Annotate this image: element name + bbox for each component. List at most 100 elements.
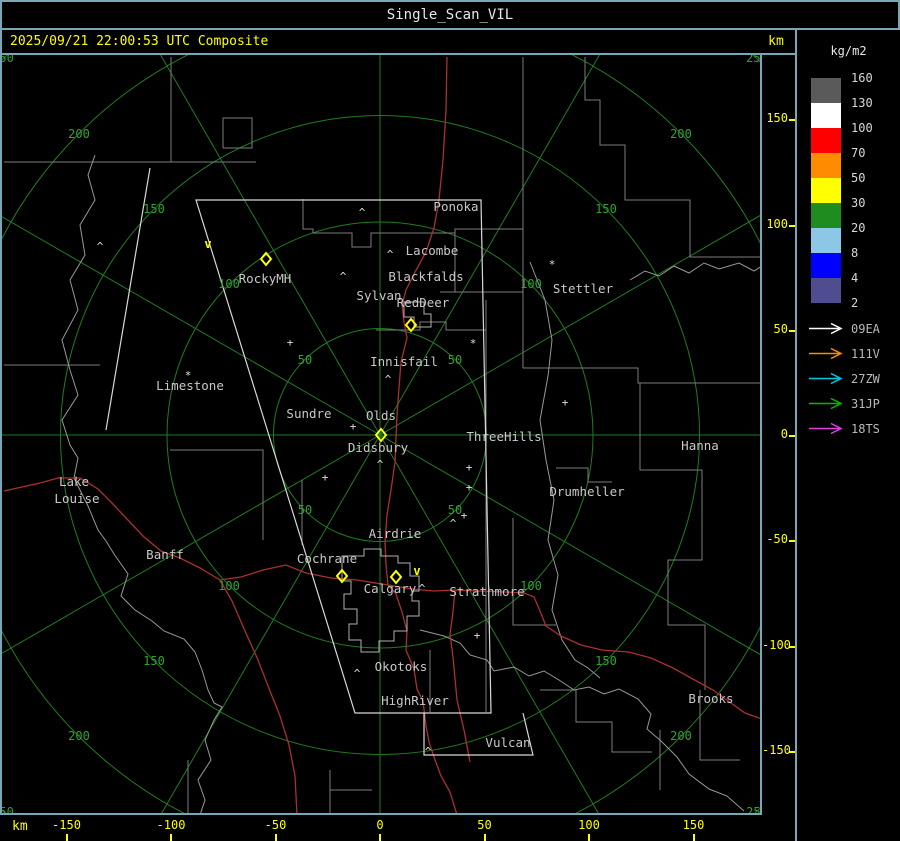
legend-scale-value: 160 (851, 71, 873, 85)
bottom-axis-unit-label: km (12, 819, 28, 834)
highway-22-path (219, 579, 298, 813)
legend-scale-value: 50 (851, 171, 866, 185)
city-label-innisfail: Innisfail (370, 354, 438, 369)
city-label-drumheller: Drumheller (549, 484, 625, 499)
range-ring-label: 50 (448, 353, 462, 367)
y-axis-tick-label: -100 (762, 637, 791, 652)
county-boundary-line (639, 383, 706, 690)
county-boundary-line (170, 449, 264, 540)
town-point-marker: + (562, 396, 569, 409)
y-axis-tick-label: 150 (766, 111, 788, 126)
legend-color-swatch (811, 78, 841, 103)
x-axis-tick-mark (65, 834, 68, 841)
range-ring-label: 50 (298, 503, 312, 517)
right-axis-unit-label: km (768, 34, 784, 49)
range-ring-label: 250 (746, 55, 762, 65)
county-boundary-line (222, 117, 253, 149)
range-ring-label: 100 (218, 579, 240, 593)
x-axis-tick-label: -150 (52, 818, 81, 832)
bottom-axis: km -150 -100 -50 0 50 100 150 (0, 815, 795, 841)
city-label-strathmore: Strathmore (449, 584, 524, 599)
town-point-marker: * (185, 369, 192, 382)
town-point-marker: ^ (419, 582, 426, 595)
range-ring-label: 200 (670, 729, 692, 743)
range-ring-label: 150 (143, 202, 165, 216)
town-point-marker: + (474, 629, 481, 642)
city-label-hanna: Hanna (681, 438, 719, 453)
y-axis-tick-label: 0 (780, 427, 788, 441)
town-point-marker: + (350, 420, 357, 433)
town-point-marker: ^ (387, 248, 394, 261)
radar-arrow-icon (809, 372, 843, 385)
radar-arrow-icon (809, 322, 843, 335)
radar-legend-row: 18TS (807, 422, 897, 436)
map-area[interactable]: 50 50 50 50 100 100 100 100 150 150 150 150 200 200 20… (0, 55, 762, 815)
x-axis-tick-mark (274, 834, 277, 841)
legend-scale-value: 70 (851, 146, 866, 160)
legend-scale-value: 20 (851, 221, 866, 235)
river-path (419, 629, 745, 812)
town-point-marker: + (466, 461, 473, 474)
x-axis-tick-label: 0 (376, 818, 384, 832)
legend-scale-value: 130 (851, 96, 873, 110)
range-ring-label: 250 (2, 55, 14, 65)
range-ring-label: 200 (68, 127, 90, 141)
x-axis-tick-mark (483, 834, 486, 841)
range-ring-label: 200 (68, 729, 90, 743)
city-label-cochrane: Cochrane (297, 551, 357, 566)
town-point-marker: ^ (377, 458, 384, 471)
legend-color-swatch (811, 228, 841, 253)
legend-scale-value: 100 (851, 121, 873, 135)
city-label-blackfalds: Blackfalds (388, 269, 463, 284)
city-label-threehills: ThreeHills (466, 429, 541, 444)
highway-24-path (449, 589, 471, 763)
radar-id-label: 09EA (851, 322, 880, 336)
legend-scale-value: 30 (851, 196, 866, 210)
legend-color-swatch (811, 103, 841, 128)
radar-map-canvas[interactable]: 50 5050 50100 100100 100150 150150 150200 20020… (2, 55, 762, 813)
window-title: Single_Scan_VIL (386, 7, 514, 23)
county-boundary-line (302, 199, 523, 248)
city-label-calgary: Calgary (364, 581, 417, 596)
city-label-banff: Banff (146, 547, 184, 562)
x-axis-tick-mark (692, 834, 695, 841)
legend-scale-value: 4 (851, 271, 859, 285)
city-label-olds: Olds (366, 408, 396, 423)
town-point-marker: * (549, 258, 556, 271)
town-point-marker: ^ (385, 373, 392, 386)
city-label-brooks: Brooks (688, 691, 733, 706)
county-boundary-line (556, 467, 612, 483)
town-point-marker: ^ (354, 667, 361, 680)
x-axis-tick-label: 50 (477, 818, 492, 832)
yellow-check-marker-icon: v (413, 564, 420, 578)
town-point-marker: ^ (97, 240, 104, 253)
city-label-lake: Lake (59, 474, 89, 489)
city-label-highriver: HighRiver (381, 693, 449, 708)
range-ring-label: 150 (143, 654, 165, 668)
city-label-louise: Louise (54, 491, 99, 506)
radar-legend-row: 27ZW (807, 372, 897, 386)
range-ring-label: 100 (218, 277, 240, 291)
river-path (529, 261, 601, 679)
azimuth-line-210deg (161, 434, 381, 813)
county-boundary-line (512, 518, 556, 626)
x-axis-tick-label: -100 (156, 818, 186, 832)
legend-panel: kg/m2 160 130 100 70 50 30 20 8 4 2 09EA 111V 27ZW 31… (795, 30, 900, 841)
city-label-ponoka: Ponoka (433, 199, 478, 214)
river-path (629, 262, 760, 281)
legend-color-swatch (811, 278, 841, 303)
county-boundary-line (329, 770, 372, 813)
title-bar: Single_Scan_VIL (0, 0, 900, 30)
y-axis-tick-label: 100 (766, 216, 788, 231)
radar-arrow-icon (809, 397, 843, 410)
y-axis-tick-label: -50 (766, 532, 788, 547)
city-label-sylvan: Sylvan (356, 288, 401, 303)
azimuth-line-330deg (160, 55, 381, 436)
x-axis-tick-label: 150 (682, 818, 705, 832)
city-label-okotoks: Okotoks (375, 659, 428, 674)
y-axis-tick-label: 50 (773, 321, 788, 336)
legend-color-swatch (811, 203, 841, 228)
range-ring-label: 150 (595, 654, 617, 668)
radar-legend-row: 09EA (807, 322, 897, 336)
timestamp-label: 2025/09/21 22:00:53 UTC Composite (10, 34, 269, 49)
